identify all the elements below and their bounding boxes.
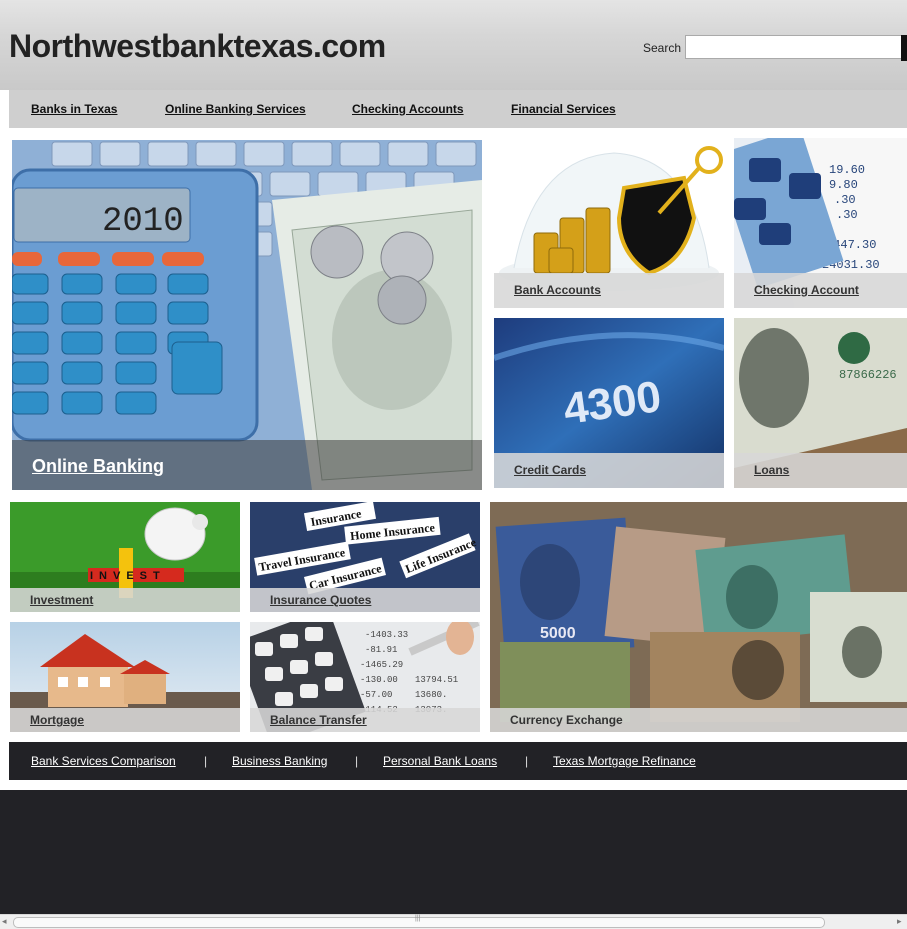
tile-bank-accounts[interactable]: Bank Accounts xyxy=(494,138,724,308)
scroll-left-arrow-icon[interactable]: ◂ xyxy=(2,916,7,927)
tile-caption: Loans xyxy=(734,453,907,488)
tile-caption: Online Banking xyxy=(12,440,482,490)
tile-balance-transfer[interactable]: -1403.33-81.91-1465.29 -130.00-57.00-114… xyxy=(250,622,480,732)
loans-link[interactable]: Loans xyxy=(754,463,789,477)
tile-caption: Insurance Quotes xyxy=(250,588,480,612)
calculator-display: 2010 xyxy=(102,203,184,241)
footer-separator: | xyxy=(204,754,208,768)
tile-credit-cards[interactable]: 4300 Credit Cards xyxy=(494,318,724,488)
tile-caption: Balance Transfer xyxy=(250,708,480,732)
checking-account-link[interactable]: Checking Account xyxy=(754,283,859,297)
tile-insurance-quotes[interactable]: Insurance Home Insurance Travel Insuranc… xyxy=(250,502,480,612)
scrollbar-grip-icon: ||| xyxy=(415,915,421,922)
tile-mortgage[interactable]: Mortgage xyxy=(10,622,240,732)
svg-text:-81.91: -81.91 xyxy=(365,645,397,655)
tile-caption: Credit Cards xyxy=(494,453,724,488)
site-header: Northwestbanktexas.com Search xyxy=(0,0,907,90)
tile-caption: Bank Accounts xyxy=(494,273,724,308)
footer-personal-bank-loans[interactable]: Personal Bank Loans xyxy=(383,754,497,768)
horizontal-scrollbar[interactable]: ◂ ||| ▸ xyxy=(0,914,907,929)
nav-online-banking-services[interactable]: Online Banking Services xyxy=(165,102,306,116)
nav-checking-accounts[interactable]: Checking Accounts xyxy=(352,102,464,116)
main-nav: Banks in Texas Online Banking Services C… xyxy=(9,90,907,128)
nav-banks-in-texas[interactable]: Banks in Texas xyxy=(31,102,117,116)
tile-checking-account[interactable]: 19.60 9.80.30 .30 8447.30 24031.30 Checking… xyxy=(734,138,907,308)
tile-online-banking[interactable]: 2010 Online Banking xyxy=(12,140,482,490)
mortgage-link[interactable]: Mortgage xyxy=(30,713,84,727)
balance-transfer-link[interactable]: Balance Transfer xyxy=(270,713,367,727)
svg-text:13794.51: 13794.51 xyxy=(415,675,458,685)
svg-text:13680.: 13680. xyxy=(415,690,447,700)
footer-background xyxy=(0,790,907,914)
svg-text:9.80: 9.80 xyxy=(829,178,858,192)
scroll-right-arrow-icon[interactable]: ▸ xyxy=(897,916,902,927)
svg-text:-1465.29: -1465.29 xyxy=(360,660,403,670)
insurance-quotes-link[interactable]: Insurance Quotes xyxy=(270,593,371,607)
footer-separator: | xyxy=(525,754,529,768)
site-title[interactable]: Northwestbanktexas.com xyxy=(9,28,386,65)
footer-texas-mortgage-refinance[interactable]: Texas Mortgage Refinance xyxy=(553,754,696,768)
footer-business-banking[interactable]: Business Banking xyxy=(232,754,327,768)
online-banking-link[interactable]: Online Banking xyxy=(32,456,164,477)
svg-text:-1403.33: -1403.33 xyxy=(365,630,408,640)
svg-text:19.60: 19.60 xyxy=(829,163,865,177)
search-label: Search xyxy=(643,41,682,55)
bank-accounts-link[interactable]: Bank Accounts xyxy=(514,283,601,297)
banknote-value: 5000 xyxy=(540,625,576,642)
svg-text:87866226: 87866226 xyxy=(839,368,897,382)
svg-text:.30: .30 xyxy=(836,208,858,222)
tile-caption: Investment xyxy=(10,588,240,612)
tile-caption: Mortgage xyxy=(10,708,240,732)
currency-exchange-link[interactable]: Currency Exchange xyxy=(510,713,623,727)
world-banknotes-image: 5000 xyxy=(490,502,907,732)
tile-loans[interactable]: 87866226 Loans xyxy=(734,318,907,488)
search-input[interactable] xyxy=(685,35,903,59)
footer-separator: | xyxy=(355,754,359,768)
svg-text:-57.00: -57.00 xyxy=(360,690,392,700)
nav-financial-services[interactable]: Financial Services xyxy=(511,102,616,116)
tile-currency-exchange[interactable]: 5000 Currency Exchange xyxy=(490,502,907,732)
tile-caption: Checking Account xyxy=(734,273,907,308)
svg-text:-130.00: -130.00 xyxy=(360,675,398,685)
tile-caption: Currency Exchange xyxy=(490,708,907,732)
search-button[interactable] xyxy=(901,35,907,61)
svg-text:.30: .30 xyxy=(834,193,856,207)
calculator-money-image: 2010 xyxy=(12,140,482,490)
invest-letters: INVEST xyxy=(90,570,166,582)
tile-investment[interactable]: INVEST Investment xyxy=(10,502,240,612)
footer-bank-services-comparison[interactable]: Bank Services Comparison xyxy=(31,754,176,768)
footer-links: Bank Services Comparison | Business Bank… xyxy=(9,742,907,780)
credit-cards-link[interactable]: Credit Cards xyxy=(514,463,586,477)
investment-link[interactable]: Investment xyxy=(30,593,93,607)
